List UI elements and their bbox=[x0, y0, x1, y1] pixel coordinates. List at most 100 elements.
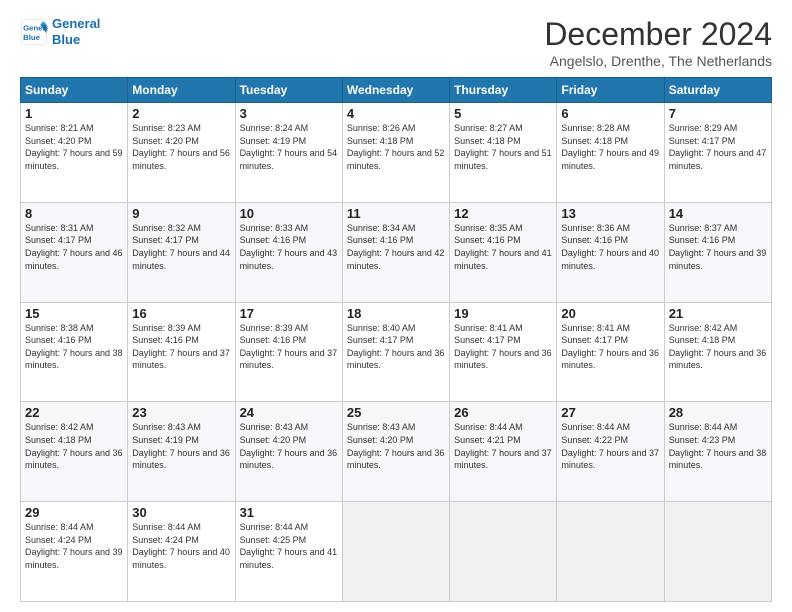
day-number: 13 bbox=[561, 206, 659, 221]
day-number: 14 bbox=[669, 206, 767, 221]
day-number: 25 bbox=[347, 405, 445, 420]
day-number: 8 bbox=[25, 206, 123, 221]
col-friday: Friday bbox=[557, 78, 664, 103]
day-number: 12 bbox=[454, 206, 552, 221]
cell-info: Sunrise: 8:36 AM Sunset: 4:16 PM Dayligh… bbox=[561, 222, 659, 272]
day-number: 28 bbox=[669, 405, 767, 420]
table-row bbox=[342, 502, 449, 602]
day-number: 27 bbox=[561, 405, 659, 420]
calendar-week-row: 8 Sunrise: 8:31 AM Sunset: 4:17 PM Dayli… bbox=[21, 202, 772, 302]
cell-info: Sunrise: 8:44 AM Sunset: 4:22 PM Dayligh… bbox=[561, 421, 659, 471]
table-row: 27 Sunrise: 8:44 AM Sunset: 4:22 PM Dayl… bbox=[557, 402, 664, 502]
table-row: 4 Sunrise: 8:26 AM Sunset: 4:18 PM Dayli… bbox=[342, 103, 449, 203]
table-row: 2 Sunrise: 8:23 AM Sunset: 4:20 PM Dayli… bbox=[128, 103, 235, 203]
table-row: 12 Sunrise: 8:35 AM Sunset: 4:16 PM Dayl… bbox=[450, 202, 557, 302]
calendar-week-row: 1 Sunrise: 8:21 AM Sunset: 4:20 PM Dayli… bbox=[21, 103, 772, 203]
cell-info: Sunrise: 8:41 AM Sunset: 4:17 PM Dayligh… bbox=[454, 322, 552, 372]
cell-info: Sunrise: 8:43 AM Sunset: 4:19 PM Dayligh… bbox=[132, 421, 230, 471]
table-row: 14 Sunrise: 8:37 AM Sunset: 4:16 PM Dayl… bbox=[664, 202, 771, 302]
title-block: December 2024 Angelslo, Drenthe, The Net… bbox=[544, 16, 772, 69]
cell-info: Sunrise: 8:37 AM Sunset: 4:16 PM Dayligh… bbox=[669, 222, 767, 272]
logo: General Blue General Blue bbox=[20, 16, 100, 47]
col-tuesday: Tuesday bbox=[235, 78, 342, 103]
col-thursday: Thursday bbox=[450, 78, 557, 103]
day-number: 26 bbox=[454, 405, 552, 420]
svg-text:Blue: Blue bbox=[23, 32, 41, 41]
calendar-header-row: Sunday Monday Tuesday Wednesday Thursday… bbox=[21, 78, 772, 103]
cell-info: Sunrise: 8:39 AM Sunset: 4:16 PM Dayligh… bbox=[240, 322, 338, 372]
table-row: 29 Sunrise: 8:44 AM Sunset: 4:24 PM Dayl… bbox=[21, 502, 128, 602]
cell-info: Sunrise: 8:27 AM Sunset: 4:18 PM Dayligh… bbox=[454, 122, 552, 172]
table-row: 20 Sunrise: 8:41 AM Sunset: 4:17 PM Dayl… bbox=[557, 302, 664, 402]
cell-info: Sunrise: 8:43 AM Sunset: 4:20 PM Dayligh… bbox=[347, 421, 445, 471]
day-number: 29 bbox=[25, 505, 123, 520]
table-row bbox=[450, 502, 557, 602]
cell-info: Sunrise: 8:29 AM Sunset: 4:17 PM Dayligh… bbox=[669, 122, 767, 172]
cell-info: Sunrise: 8:41 AM Sunset: 4:17 PM Dayligh… bbox=[561, 322, 659, 372]
cell-info: Sunrise: 8:31 AM Sunset: 4:17 PM Dayligh… bbox=[25, 222, 123, 272]
col-monday: Monday bbox=[128, 78, 235, 103]
col-sunday: Sunday bbox=[21, 78, 128, 103]
calendar-week-row: 15 Sunrise: 8:38 AM Sunset: 4:16 PM Dayl… bbox=[21, 302, 772, 402]
table-row: 13 Sunrise: 8:36 AM Sunset: 4:16 PM Dayl… bbox=[557, 202, 664, 302]
cell-info: Sunrise: 8:23 AM Sunset: 4:20 PM Dayligh… bbox=[132, 122, 230, 172]
table-row: 15 Sunrise: 8:38 AM Sunset: 4:16 PM Dayl… bbox=[21, 302, 128, 402]
day-number: 11 bbox=[347, 206, 445, 221]
day-number: 20 bbox=[561, 306, 659, 321]
day-number: 21 bbox=[669, 306, 767, 321]
logo-icon: General Blue bbox=[20, 18, 48, 46]
cell-info: Sunrise: 8:35 AM Sunset: 4:16 PM Dayligh… bbox=[454, 222, 552, 272]
header: General Blue General Blue December 2024 … bbox=[20, 16, 772, 69]
day-number: 31 bbox=[240, 505, 338, 520]
table-row: 21 Sunrise: 8:42 AM Sunset: 4:18 PM Dayl… bbox=[664, 302, 771, 402]
col-saturday: Saturday bbox=[664, 78, 771, 103]
location: Angelslo, Drenthe, The Netherlands bbox=[544, 53, 772, 69]
cell-info: Sunrise: 8:40 AM Sunset: 4:17 PM Dayligh… bbox=[347, 322, 445, 372]
table-row: 17 Sunrise: 8:39 AM Sunset: 4:16 PM Dayl… bbox=[235, 302, 342, 402]
day-number: 7 bbox=[669, 106, 767, 121]
cell-info: Sunrise: 8:26 AM Sunset: 4:18 PM Dayligh… bbox=[347, 122, 445, 172]
table-row: 24 Sunrise: 8:43 AM Sunset: 4:20 PM Dayl… bbox=[235, 402, 342, 502]
cell-info: Sunrise: 8:44 AM Sunset: 4:24 PM Dayligh… bbox=[132, 521, 230, 571]
month-title: December 2024 bbox=[544, 16, 772, 53]
day-number: 30 bbox=[132, 505, 230, 520]
calendar-page: General Blue General Blue December 2024 … bbox=[0, 0, 792, 612]
day-number: 22 bbox=[25, 405, 123, 420]
table-row: 9 Sunrise: 8:32 AM Sunset: 4:17 PM Dayli… bbox=[128, 202, 235, 302]
cell-info: Sunrise: 8:42 AM Sunset: 4:18 PM Dayligh… bbox=[25, 421, 123, 471]
day-number: 9 bbox=[132, 206, 230, 221]
cell-info: Sunrise: 8:44 AM Sunset: 4:21 PM Dayligh… bbox=[454, 421, 552, 471]
cell-info: Sunrise: 8:28 AM Sunset: 4:18 PM Dayligh… bbox=[561, 122, 659, 172]
table-row: 1 Sunrise: 8:21 AM Sunset: 4:20 PM Dayli… bbox=[21, 103, 128, 203]
day-number: 1 bbox=[25, 106, 123, 121]
day-number: 23 bbox=[132, 405, 230, 420]
table-row: 28 Sunrise: 8:44 AM Sunset: 4:23 PM Dayl… bbox=[664, 402, 771, 502]
day-number: 3 bbox=[240, 106, 338, 121]
day-number: 5 bbox=[454, 106, 552, 121]
calendar-table: Sunday Monday Tuesday Wednesday Thursday… bbox=[20, 77, 772, 602]
day-number: 10 bbox=[240, 206, 338, 221]
table-row: 23 Sunrise: 8:43 AM Sunset: 4:19 PM Dayl… bbox=[128, 402, 235, 502]
day-number: 19 bbox=[454, 306, 552, 321]
cell-info: Sunrise: 8:42 AM Sunset: 4:18 PM Dayligh… bbox=[669, 322, 767, 372]
table-row: 10 Sunrise: 8:33 AM Sunset: 4:16 PM Dayl… bbox=[235, 202, 342, 302]
day-number: 18 bbox=[347, 306, 445, 321]
calendar-week-row: 22 Sunrise: 8:42 AM Sunset: 4:18 PM Dayl… bbox=[21, 402, 772, 502]
day-number: 16 bbox=[132, 306, 230, 321]
day-number: 24 bbox=[240, 405, 338, 420]
table-row: 19 Sunrise: 8:41 AM Sunset: 4:17 PM Dayl… bbox=[450, 302, 557, 402]
cell-info: Sunrise: 8:39 AM Sunset: 4:16 PM Dayligh… bbox=[132, 322, 230, 372]
table-row: 16 Sunrise: 8:39 AM Sunset: 4:16 PM Dayl… bbox=[128, 302, 235, 402]
table-row: 5 Sunrise: 8:27 AM Sunset: 4:18 PM Dayli… bbox=[450, 103, 557, 203]
day-number: 4 bbox=[347, 106, 445, 121]
table-row: 6 Sunrise: 8:28 AM Sunset: 4:18 PM Dayli… bbox=[557, 103, 664, 203]
table-row: 18 Sunrise: 8:40 AM Sunset: 4:17 PM Dayl… bbox=[342, 302, 449, 402]
table-row bbox=[664, 502, 771, 602]
cell-info: Sunrise: 8:38 AM Sunset: 4:16 PM Dayligh… bbox=[25, 322, 123, 372]
table-row: 31 Sunrise: 8:44 AM Sunset: 4:25 PM Dayl… bbox=[235, 502, 342, 602]
logo-line1: General bbox=[52, 16, 100, 32]
day-number: 6 bbox=[561, 106, 659, 121]
table-row: 25 Sunrise: 8:43 AM Sunset: 4:20 PM Dayl… bbox=[342, 402, 449, 502]
cell-info: Sunrise: 8:32 AM Sunset: 4:17 PM Dayligh… bbox=[132, 222, 230, 272]
cell-info: Sunrise: 8:44 AM Sunset: 4:23 PM Dayligh… bbox=[669, 421, 767, 471]
